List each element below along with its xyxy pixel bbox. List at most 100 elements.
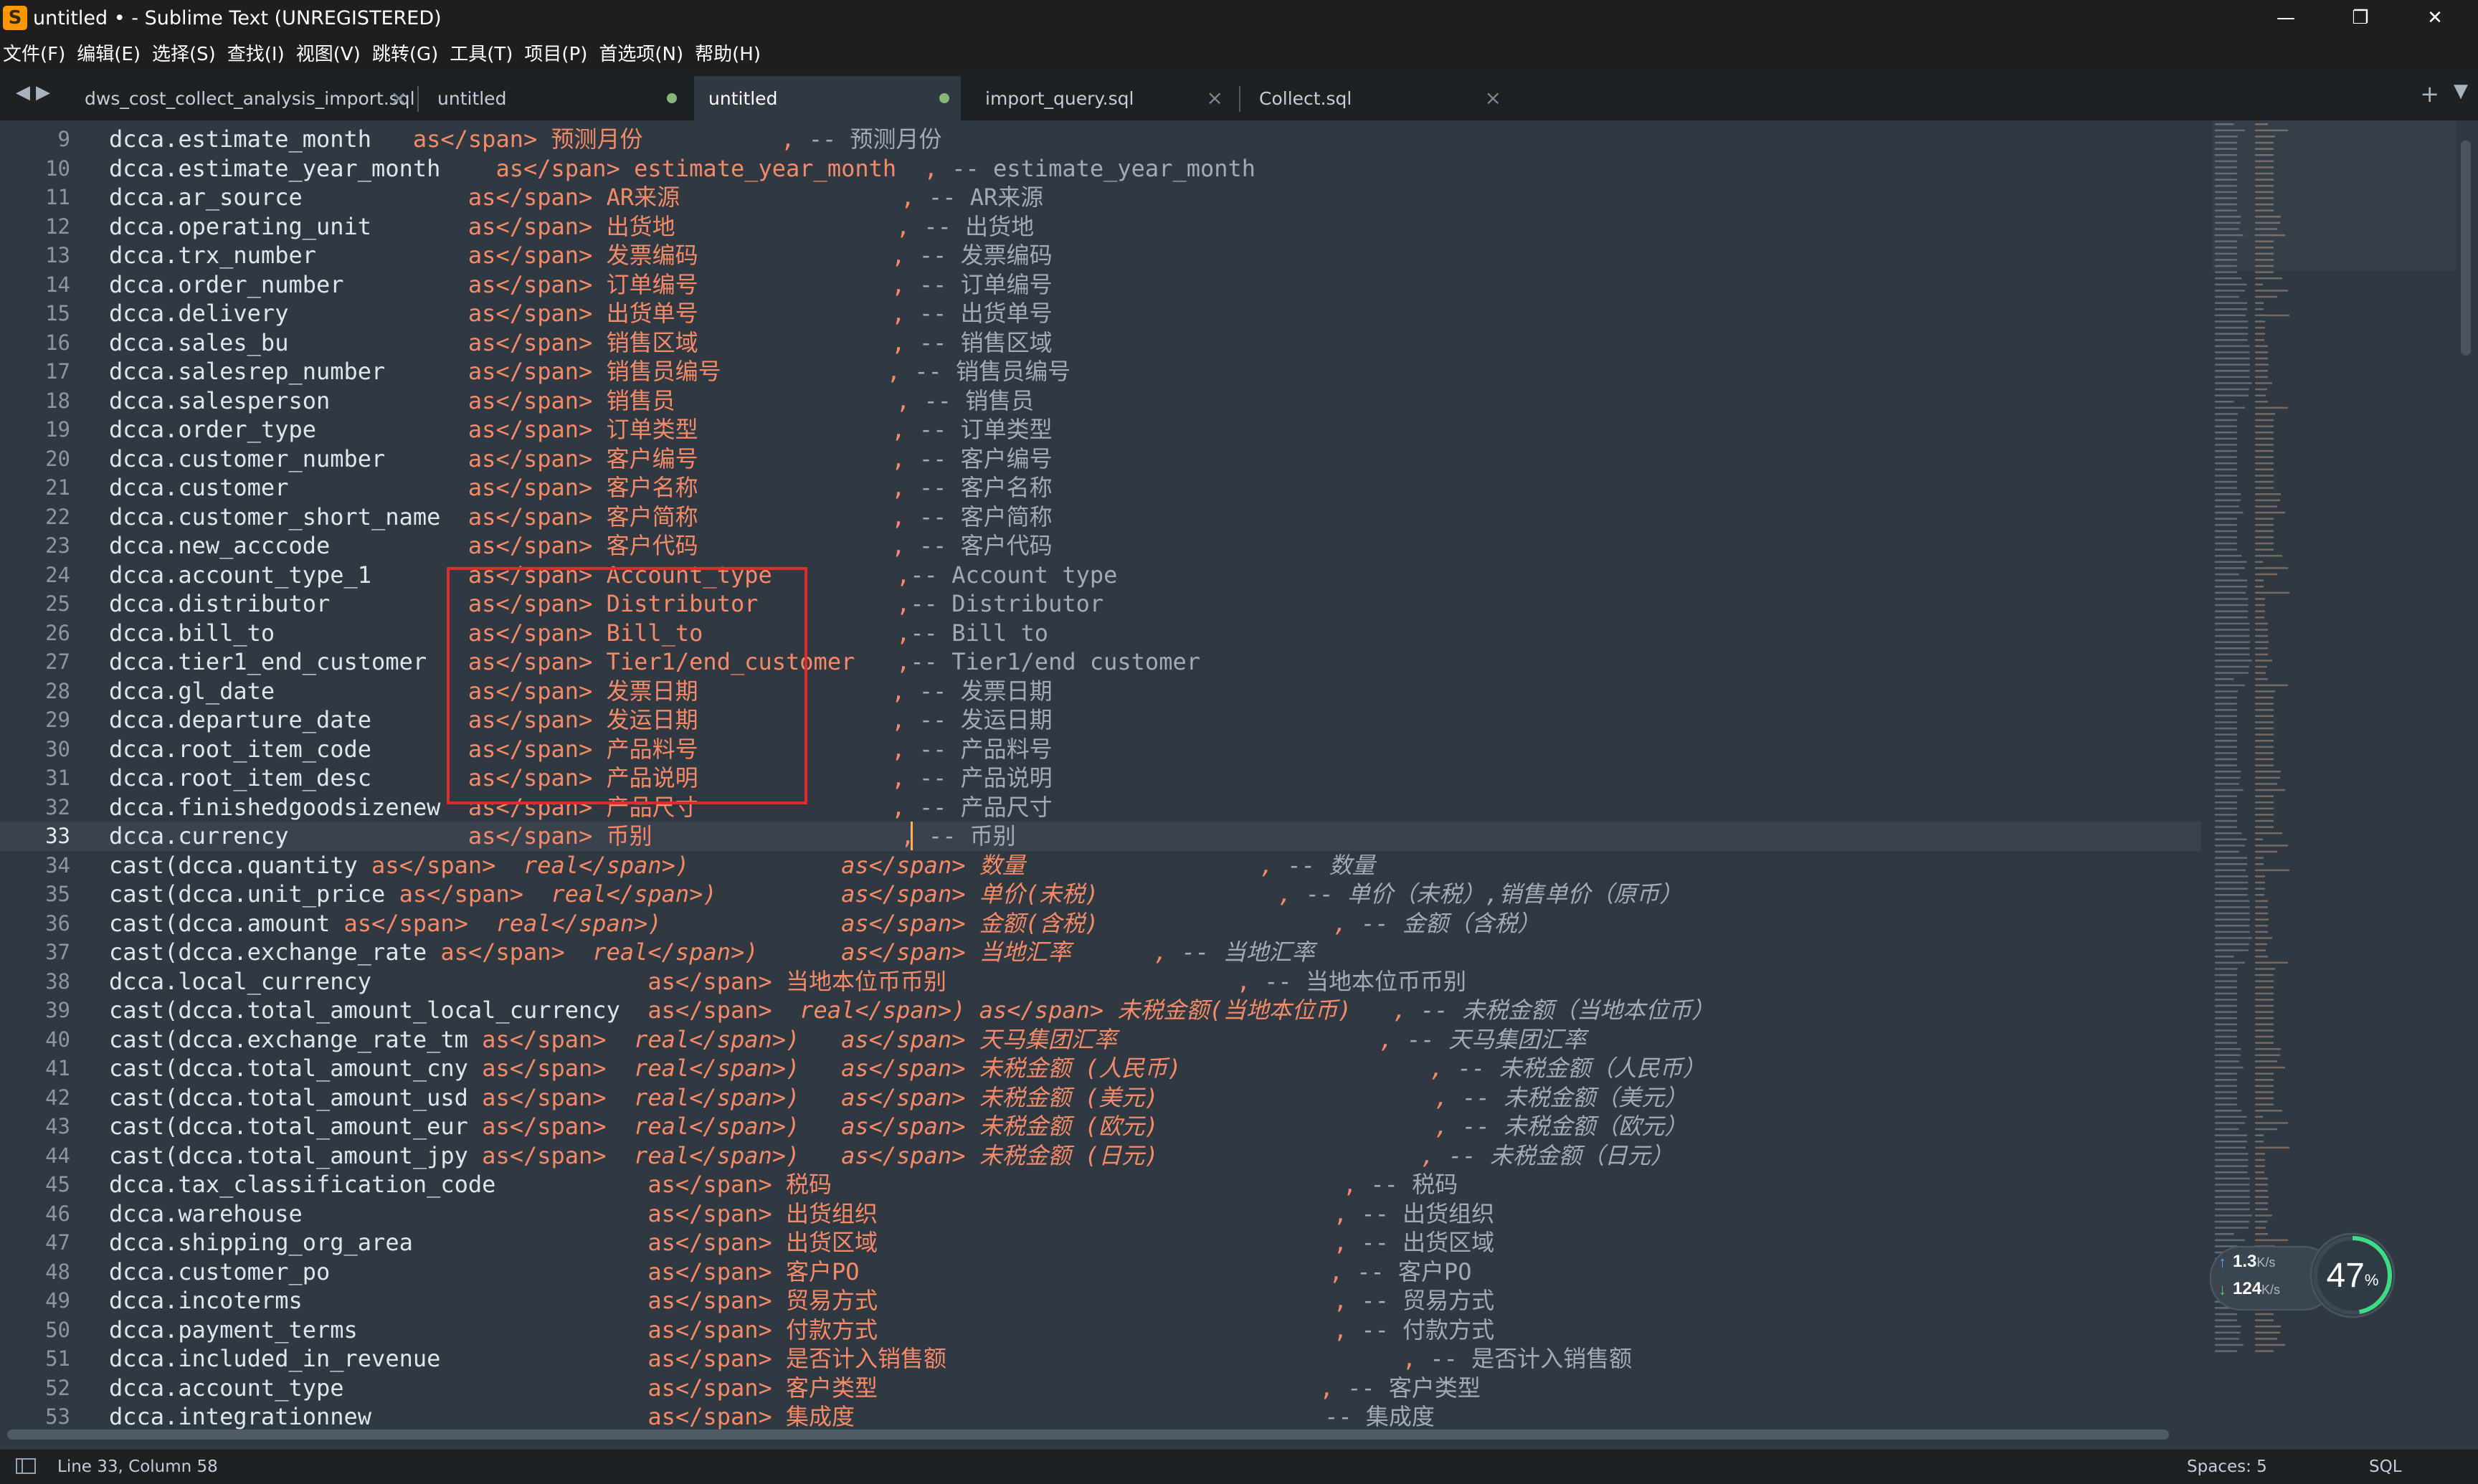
tab-close-icon[interactable]: × — [1485, 86, 1501, 110]
code-text: dcca.payment_terms as</span> 付款方式 , -- 付… — [109, 1316, 1495, 1343]
code-text: dcca.sales_bu as</span> 销售区域 , -- 销售区域 — [109, 328, 1053, 356]
restore-button[interactable]: ❐ — [2323, 0, 2398, 36]
line-number: 17 — [45, 359, 70, 384]
code-line[interactable]: 48 dcca.customer_po as</span> 客户PO , -- 客… — [0, 1257, 2201, 1287]
menu-bar: 文件(F) 编辑(E) 选择(S) 查找(I) 视图(V) 跳转(G) 工具(T… — [0, 36, 2478, 69]
sidebar-toggle-icon[interactable] — [16, 1458, 36, 1474]
line-number: 36 — [45, 910, 70, 936]
indentation-setting[interactable]: Spaces: 5 — [2187, 1457, 2267, 1476]
horizontal-scrollbar[interactable] — [7, 1430, 2169, 1440]
vertical-scrollbar-thumb[interactable] — [2461, 141, 2471, 356]
menu-goto[interactable]: 跳转(G) — [372, 39, 438, 66]
code-editor[interactable]: 9 dcca.estimate_month as</span> 预测月份 , --… — [0, 120, 2478, 1434]
menu-help[interactable]: 帮助(H) — [695, 39, 761, 66]
code-line[interactable]: 47 dcca.shipping_org_area as</span> 出货区域 … — [0, 1228, 2201, 1257]
code-line[interactable]: 18 dcca.salesperson as</span> 销售员 , -- 销售… — [0, 386, 2201, 416]
code-line[interactable]: 45 dcca.tax_classification_code as</span>… — [0, 1170, 2201, 1199]
code-line[interactable]: 26 dcca.bill_to as</span> Bill_to ,-- Bil… — [0, 619, 2201, 648]
code-line[interactable]: 24 dcca.account_type_1 as</span> Account_… — [0, 561, 2201, 590]
code-line[interactable]: 43 cast(dcca.total_amount_eur as</span> r… — [0, 1112, 2201, 1141]
line-number: 26 — [45, 620, 70, 645]
code-line[interactable]: 20 dcca.customer_number as</span> 客户编号 , … — [0, 444, 2201, 474]
code-line[interactable]: 11 dcca.ar_source as</span> AR来源 , -- AR来… — [0, 183, 2201, 212]
tab-list-dropdown-icon[interactable]: ▼ — [2454, 80, 2468, 102]
code-line[interactable]: 46 dcca.warehouse as</span> 出货组织 , -- 出货组… — [0, 1199, 2201, 1229]
code-text: dcca.order_type as</span> 订单类型 , -- 订单类型 — [109, 416, 1053, 443]
code-text: dcca.customer_po as</span> 客户PO , -- 客户P… — [109, 1257, 1472, 1285]
code-line[interactable]: 12 dcca.operating_unit as</span> 出货地 , --… — [0, 212, 2201, 242]
code-line[interactable]: 34 cast(dcca.quantity as</span> real</spa… — [0, 851, 2201, 880]
code-line[interactable]: 31 dcca.root_item_desc as</span> 产品说明 , -… — [0, 764, 2201, 793]
new-tab-plus-icon[interactable]: + — [2420, 80, 2439, 108]
tab-dws-cost-collect[interactable]: dws_cost_collect_analysis_import.sql × — [70, 76, 416, 120]
code-line[interactable]: 35 cast(dcca.unit_price as</span> real</s… — [0, 880, 2201, 909]
menu-project[interactable]: 项目(P) — [524, 39, 587, 66]
code-text: cast(dcca.total_amount_cny as</span> rea… — [109, 1055, 1706, 1082]
menu-preferences[interactable]: 首选项(N) — [599, 39, 683, 66]
code-line[interactable]: 19 dcca.order_type as</span> 订单类型 , -- 订单… — [0, 415, 2201, 444]
tab-close-icon[interactable]: × — [1207, 86, 1223, 110]
menu-selection[interactable]: 选择(S) — [152, 39, 216, 66]
code-line[interactable]: 13 dcca.trx_number as</span> 发票编码 , -- 发票… — [0, 241, 2201, 270]
code-line[interactable]: 40 cast(dcca.exchange_rate_tm as</span> r… — [0, 1025, 2201, 1055]
code-line[interactable]: 15 dcca.delivery as</span> 出货单号 , -- 出货单号 — [0, 299, 2201, 328]
tab-untitled-active[interactable]: untitled — [694, 76, 961, 120]
code-line[interactable]: 10 dcca.estimate_year_month as</span> est… — [0, 154, 2201, 184]
code-line[interactable]: 23 dcca.new_acccode as</span> 客户代码 , -- 客… — [0, 531, 2201, 561]
menu-edit[interactable]: 编辑(E) — [77, 39, 141, 66]
close-window-button[interactable]: ✕ — [2398, 0, 2472, 36]
code-text: dcca.customer_number as</span> 客户编号 , --… — [109, 444, 1053, 472]
code-line[interactable]: 22 dcca.customer_short_name as</span> 客户简… — [0, 503, 2201, 532]
code-line[interactable]: 29 dcca.departure_date as</span> 发运日期 , -… — [0, 705, 2201, 735]
code-line[interactable]: 52 dcca.account_type as</span> 客户类型 , -- … — [0, 1374, 2201, 1403]
cursor-position: Line 33, Column 58 — [57, 1457, 218, 1476]
title-bar: S untitled • - Sublime Text (UNREGISTERE… — [0, 0, 2478, 36]
line-number: 29 — [45, 708, 70, 732]
code-line[interactable]: 42 cast(dcca.total_amount_usd as</span> r… — [0, 1083, 2201, 1113]
code-line[interactable]: 49 dcca.incoterms as</span> 贸易方式 , -- 贸易方… — [0, 1286, 2201, 1316]
code-line[interactable]: 28 dcca.gl_date as</span> 发票日期 , -- 发票日期 — [0, 677, 2201, 706]
code-line[interactable]: 25 dcca.distributor as</span> Distributor… — [0, 589, 2201, 619]
tab-close-icon[interactable]: × — [391, 86, 407, 110]
code-line[interactable]: 30 dcca.root_item_code as</span> 产品料号 , -… — [0, 735, 2201, 764]
code-line[interactable]: 41 cast(dcca.total_amount_cny as</span> r… — [0, 1054, 2201, 1083]
menu-view[interactable]: 视图(V) — [296, 39, 361, 66]
modified-dot-icon[interactable] — [939, 93, 949, 103]
minimize-button[interactable]: — — [2249, 0, 2323, 36]
code-line[interactable]: 14 dcca.order_number as</span> 订单编号 , -- … — [0, 270, 2201, 300]
menu-file[interactable]: 文件(F) — [3, 39, 65, 66]
code-line[interactable]: 36 cast(dcca.amount as</span> real</span>… — [0, 909, 2201, 938]
menu-tools[interactable]: 工具(T) — [450, 39, 513, 66]
syntax-mode[interactable]: SQL — [2369, 1457, 2402, 1476]
code-line[interactable]: 32 dcca.finishedgoodsizenew as</span> 产品尺… — [0, 793, 2201, 822]
code-text: dcca.currency as</span> 币别 , -- 币别 — [109, 822, 1016, 850]
code-text: dcca.incoterms as</span> 贸易方式 , -- 贸易方式 — [109, 1287, 1495, 1314]
tab-collect-sql[interactable]: Collect.sql × — [1245, 76, 1510, 120]
line-number: 52 — [45, 1375, 70, 1400]
tab-import-query[interactable]: import_query.sql × — [971, 76, 1232, 120]
code-line[interactable]: 21 dcca.customer as</span> 客户名称 , -- 客户名称 — [0, 473, 2201, 503]
tab-scroll-right-icon[interactable]: ▶ — [36, 82, 50, 103]
tab-scroll-left-icon[interactable]: ◀ — [16, 82, 30, 103]
code-line[interactable]: 33 dcca.currency as</span> 币别 , -- 币别 — [0, 822, 2201, 851]
code-line[interactable]: 50 dcca.payment_terms as</span> 付款方式 , --… — [0, 1316, 2201, 1345]
tab-untitled-1[interactable]: untitled — [423, 76, 688, 120]
line-number: 10 — [45, 156, 70, 181]
code-text: dcca.estimate_month as</span> 预测月份 , -- … — [109, 125, 942, 153]
code-line[interactable]: 9 dcca.estimate_month as</span> 预测月份 , --… — [0, 125, 2201, 154]
code-line[interactable]: 38 dcca.local_currency as</span> 当地本位币币别 … — [0, 967, 2201, 997]
code-line[interactable]: 16 dcca.sales_bu as</span> 销售区域 , -- 销售区域 — [0, 328, 2201, 358]
cpu-unit: % — [2364, 1271, 2379, 1289]
menu-find[interactable]: 查找(I) — [227, 39, 285, 66]
modified-dot-icon[interactable] — [667, 93, 677, 103]
code-line[interactable]: 27 dcca.tier1_end_customer as</span> Tier… — [0, 647, 2201, 677]
code-line[interactable]: 53 dcca.integrationnew as</span> 集成度 -- 集… — [0, 1402, 2201, 1432]
code-line[interactable]: 44 cast(dcca.total_amount_jpy as</span> r… — [0, 1141, 2201, 1171]
code-line[interactable]: 39 cast(dcca.total_amount_local_currency … — [0, 996, 2201, 1025]
code-line[interactable]: 51 dcca.included_in_revenue as</span> 是否计… — [0, 1344, 2201, 1374]
code-line[interactable]: 37 cast(dcca.exchange_rate as</span> real… — [0, 938, 2201, 967]
code-line[interactable]: 17 dcca.salesrep_number as</span> 销售员编号 ,… — [0, 357, 2201, 386]
line-number: 22 — [45, 504, 70, 529]
line-number: 11 — [45, 185, 70, 209]
line-number: 27 — [45, 650, 70, 674]
